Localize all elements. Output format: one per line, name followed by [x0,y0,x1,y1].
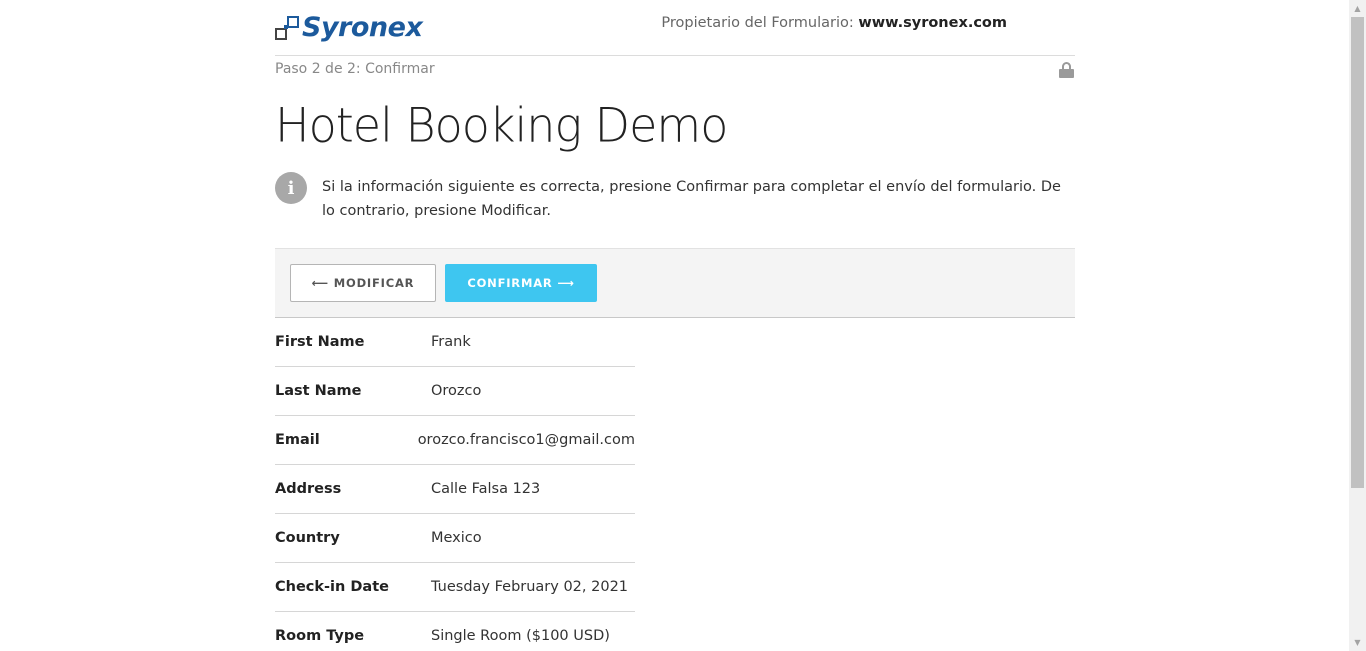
field-value: Tuesday February 02, 2021 [431,579,629,595]
field-value: Mexico [431,530,482,546]
logo[interactable]: Syronex [275,12,423,43]
form-container: Syronex Propietario del Formulario: www.… [275,0,1075,644]
logo-mark-icon [275,14,299,42]
field-label: Room Type [275,628,365,644]
field-value: orozco.francisco1@gmail.com [417,432,635,448]
submitted-fields: First Name Frank Last Name Orozco Email … [275,318,635,651]
form-owner: Propietario del Formulario: www.syronex.… [661,15,1007,31]
vertical-scrollbar[interactable]: ▲ ▼ [1349,0,1366,651]
field-label: Country [275,530,340,546]
field-value: Single Room ($100 USD) [431,628,610,644]
owner-label: Propietario del Formulario: [661,15,854,31]
owner-site-link[interactable]: www.syronex.com [858,15,1007,31]
logo-text: Syronex [302,12,423,43]
field-label: First Name [275,334,365,350]
scroll-thumb[interactable] [1351,17,1364,488]
confirmation-notice: i Si la información siguiente es correct… [275,172,1075,223]
page-title: Hotel Booking Demo [275,97,728,153]
field-row: Email orozco.francisco1@gmail.com [275,416,635,465]
notice-text: Si la información siguiente es correcta,… [322,179,1061,219]
modify-button[interactable]: ⟵ MODIFICAR [290,264,436,302]
field-label: Email [275,432,320,448]
field-row: Country Mexico [275,514,635,563]
confirm-button[interactable]: CONFIRMAR ⟶ [445,264,597,302]
field-row: Last Name Orozco [275,367,635,416]
scroll-down-arrow-icon[interactable]: ▼ [1349,634,1366,651]
field-label: Check-in Date [275,579,389,595]
page: Syronex Propietario del Formulario: www.… [0,0,1349,651]
info-icon: i [275,172,307,204]
field-row: Room Type Single Room ($100 USD) [275,612,635,651]
lock-icon [1059,62,1074,78]
step-row: Paso 2 de 2: Confirmar [275,56,1075,86]
field-row: Address Calle Falsa 123 [275,465,635,514]
field-row: First Name Frank [275,318,635,367]
field-label: Last Name [275,383,362,399]
field-row: Check-in Date Tuesday February 02, 2021 [275,563,635,612]
step-indicator: Paso 2 de 2: Confirmar [275,61,435,77]
field-value: Frank [431,334,471,350]
field-value: Calle Falsa 123 [431,481,541,497]
action-bar: ⟵ MODIFICAR CONFIRMAR ⟶ [275,248,1075,318]
scroll-up-arrow-icon[interactable]: ▲ [1349,0,1366,17]
field-label: Address [275,481,342,497]
header: Syronex Propietario del Formulario: www.… [275,0,1075,56]
field-value: Orozco [431,383,482,399]
